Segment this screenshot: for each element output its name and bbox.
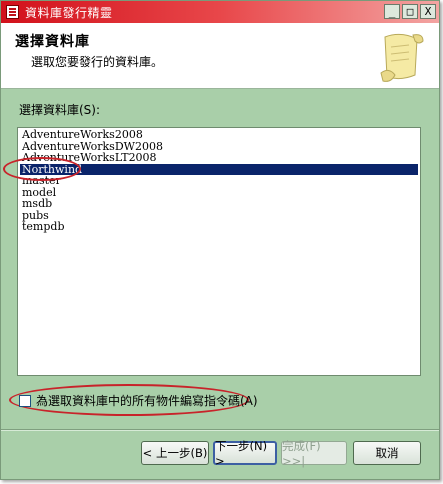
script-all-objects-row[interactable]: 為選取資料庫中的所有物件編寫指令碼(A) [19, 392, 258, 409]
page-subtitle: 選取您要發行的資料庫。 [31, 55, 164, 69]
window-title: 資料庫發行精靈 [25, 5, 113, 20]
cancel-button[interactable]: 取消 [353, 441, 421, 465]
database-list-item[interactable]: Northwind [20, 163, 418, 175]
database-list-item[interactable]: AdventureWorksLT2008 [20, 152, 418, 164]
page-title: 選擇資料庫 [15, 34, 90, 50]
back-button[interactable]: < 上一步(B) [141, 441, 209, 465]
finish-button[interactable]: 完成(F) >>| [281, 439, 347, 468]
database-list-item[interactable]: master [20, 175, 418, 187]
database-list-item[interactable]: AdventureWorks2008 [20, 129, 418, 141]
app-icon [6, 5, 19, 19]
maximize-button[interactable]: □ [402, 4, 418, 19]
database-list-item[interactable]: model [20, 186, 418, 199]
scroll-icon [380, 33, 424, 82]
footer-separator [1, 429, 439, 431]
next-button[interactable]: 下一步(N) > [213, 439, 277, 468]
database-listbox[interactable]: AdventureWorks2008 AdventureWorksDW2008 Ad… [17, 127, 421, 376]
script-all-objects-checkbox[interactable] [19, 394, 31, 407]
database-list-item[interactable]: tempdb [20, 221, 418, 233]
database-list-label: 選擇資料庫(S): [19, 103, 101, 117]
title-bar: 資料庫發行精靈 _ □ X [1, 1, 439, 23]
script-all-objects-label: 為選取資料庫中的所有物件編寫指令碼(A) [36, 394, 258, 408]
wizard-window: 資料庫發行精靈 _ □ X 選擇資料庫 選取您要發行的資料庫。 選擇資料庫(S)… [0, 0, 440, 480]
close-button[interactable]: X [420, 4, 436, 19]
minimize-button[interactable]: _ [384, 4, 400, 19]
wizard-header: 選擇資料庫 選取您要發行的資料庫。 [1, 23, 439, 89]
window-controls: _ □ X [384, 4, 436, 19]
database-list-item[interactable]: msdb [20, 198, 418, 210]
database-list-item[interactable]: pubs [20, 209, 418, 222]
